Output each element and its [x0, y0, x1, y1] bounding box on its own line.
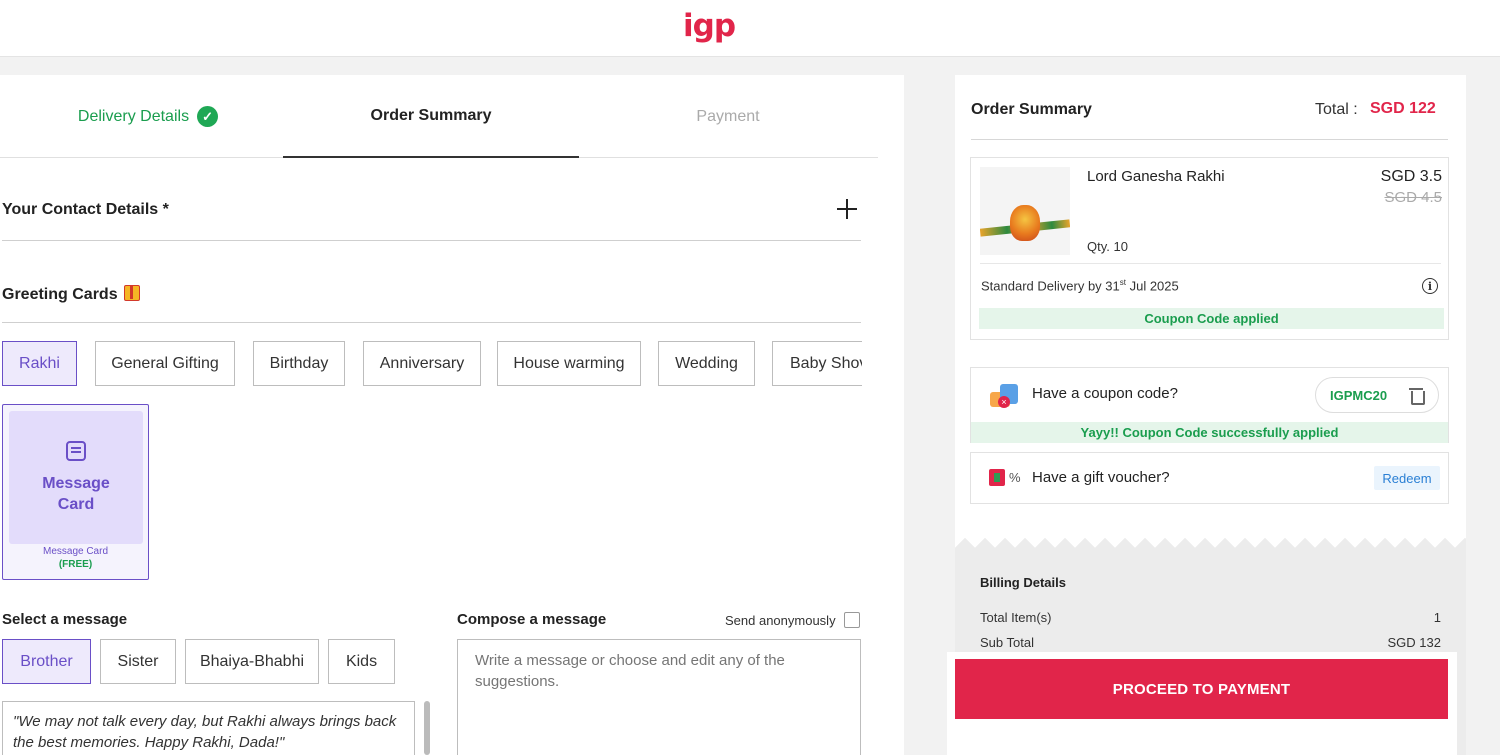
proceed-to-payment-button[interactable]: PROCEED TO PAYMENT [955, 659, 1448, 719]
billing-title: Billing Details [980, 575, 1066, 590]
gift-voucher-section: % Have a gift voucher? Redeem [970, 452, 1449, 504]
step-payment[interactable]: Payment [580, 75, 876, 158]
product-quantity: Qty. 10 [1087, 239, 1128, 254]
step-delivery-details[interactable]: Delivery Details ✓ [0, 75, 296, 158]
message-card-preview: Message Card [9, 411, 143, 544]
billing-row-sub-total: Sub Total SGD 132 [980, 635, 1441, 650]
category-chip-birthday[interactable]: Birthday [253, 341, 345, 386]
delivery-prefix: Standard Delivery by 31 [981, 278, 1120, 294]
divider [2, 322, 861, 323]
message-card-price: (FREE) [58, 559, 93, 570]
expand-plus-icon[interactable] [836, 198, 858, 220]
category-chip-rakhi[interactable]: Rakhi [2, 341, 77, 386]
compose-message-input[interactable] [457, 639, 861, 755]
percent-icon: % [1009, 470, 1021, 485]
recipient-chip-sister[interactable]: Sister [100, 639, 176, 684]
gift-icon [123, 285, 140, 301]
trash-icon[interactable] [1409, 387, 1425, 405]
info-icon[interactable]: i [1422, 278, 1438, 294]
greeting-cards-label: Greeting Cards [2, 286, 118, 303]
product-price: SGD 3.5 [1380, 168, 1442, 185]
product-name[interactable]: Lord Ganesha Rakhi [1087, 168, 1225, 185]
divider [980, 263, 1441, 264]
top-header: igp [0, 0, 1500, 57]
product-item: Lord Ganesha Rakhi Qty. 10 SGD 3.5 SGD 4… [970, 157, 1449, 340]
recipient-chip-brother[interactable]: Brother [2, 639, 91, 684]
product-original-price: SGD 4.5 [1384, 189, 1442, 206]
send-anonymously: Send anonymously [725, 612, 860, 628]
category-chip-general-gifting[interactable]: General Gifting [95, 341, 235, 386]
coupon-section: × Have a coupon code? IGPMC20 Yayy!! Cou… [970, 367, 1449, 443]
card-category-list: Rakhi General Gifting Birthday Anniversa… [2, 341, 862, 387]
divider [2, 240, 861, 241]
billing-value: 1 [1433, 610, 1441, 625]
zigzag-edge [955, 537, 1466, 549]
greeting-cards-title: Greeting Cards [2, 285, 140, 304]
message-card-subtitle: Message Card [42, 546, 109, 557]
recipient-chip-bhaiya-bhabhi[interactable]: Bhaiya-Bhabhi [185, 639, 319, 684]
ganesha-figure [1010, 205, 1040, 241]
category-chip-house-warming[interactable]: House warming [497, 341, 641, 386]
step-order-summary[interactable]: Order Summary [283, 75, 579, 158]
category-chip-anniversary[interactable]: Anniversary [363, 341, 481, 386]
category-chip-baby-shower[interactable]: Baby Shov [772, 341, 862, 386]
total-label: Total : [1315, 101, 1358, 118]
step-delivery-label: Delivery Details [77, 107, 190, 125]
billing-row-total-items: Total Item(s) 1 [980, 610, 1441, 625]
coupon-label: Have a coupon code? [1032, 385, 1178, 402]
recipient-chip-kids[interactable]: Kids [328, 639, 395, 684]
billing-label: Total Item(s) [980, 610, 1052, 625]
coupon-applied-status: Coupon Code applied [979, 308, 1444, 329]
suggestion-scrollbar[interactable] [424, 701, 430, 755]
total-value: SGD 122 [1370, 100, 1436, 117]
send-anonymously-label: Send anonymously [725, 612, 836, 628]
select-message-label: Select a message [2, 611, 128, 628]
divider [971, 139, 1448, 140]
checkout-steps: Delivery Details ✓ Order Summary Payment [0, 75, 878, 158]
compose-message-label: Compose a message [457, 611, 607, 628]
billing-value: SGD 132 [1387, 635, 1441, 650]
delivery-date: Standard Delivery by 31st Jul 2025 [981, 278, 1179, 293]
coupon-code: IGPMC20 [1330, 388, 1388, 403]
message-card-title: Message Card [42, 474, 110, 513]
redeem-button[interactable]: Redeem [1374, 466, 1440, 490]
checkout-main-panel: Delivery Details ✓ Order Summary Payment… [0, 75, 904, 755]
product-image[interactable] [980, 167, 1070, 255]
gift-voucher-icon [989, 469, 1005, 486]
delivery-month-year: Jul 2025 [1125, 278, 1179, 294]
message-card-option[interactable]: Message Card Message Card (FREE) [2, 404, 149, 580]
coupon-icon: × [990, 382, 1020, 410]
igp-logo[interactable]: igp [683, 8, 736, 44]
applied-coupon-pill: IGPMC20 [1315, 377, 1439, 413]
send-anonymously-checkbox[interactable] [843, 612, 860, 628]
category-chip-wedding[interactable]: Wedding [658, 341, 755, 386]
message-suggestion[interactable]: "We may not talk every day, but Rakhi al… [2, 701, 415, 755]
gift-voucher-label: Have a gift voucher? [1032, 469, 1170, 486]
billing-label: Sub Total [980, 635, 1034, 650]
contact-details-title[interactable]: Your Contact Details * [2, 201, 169, 219]
note-icon [66, 440, 86, 461]
order-summary-title: Order Summary [971, 101, 1092, 118]
check-circle-icon: ✓ [197, 106, 219, 127]
coupon-success-message: Yayy!! Coupon Code successfully applied [971, 422, 1448, 443]
